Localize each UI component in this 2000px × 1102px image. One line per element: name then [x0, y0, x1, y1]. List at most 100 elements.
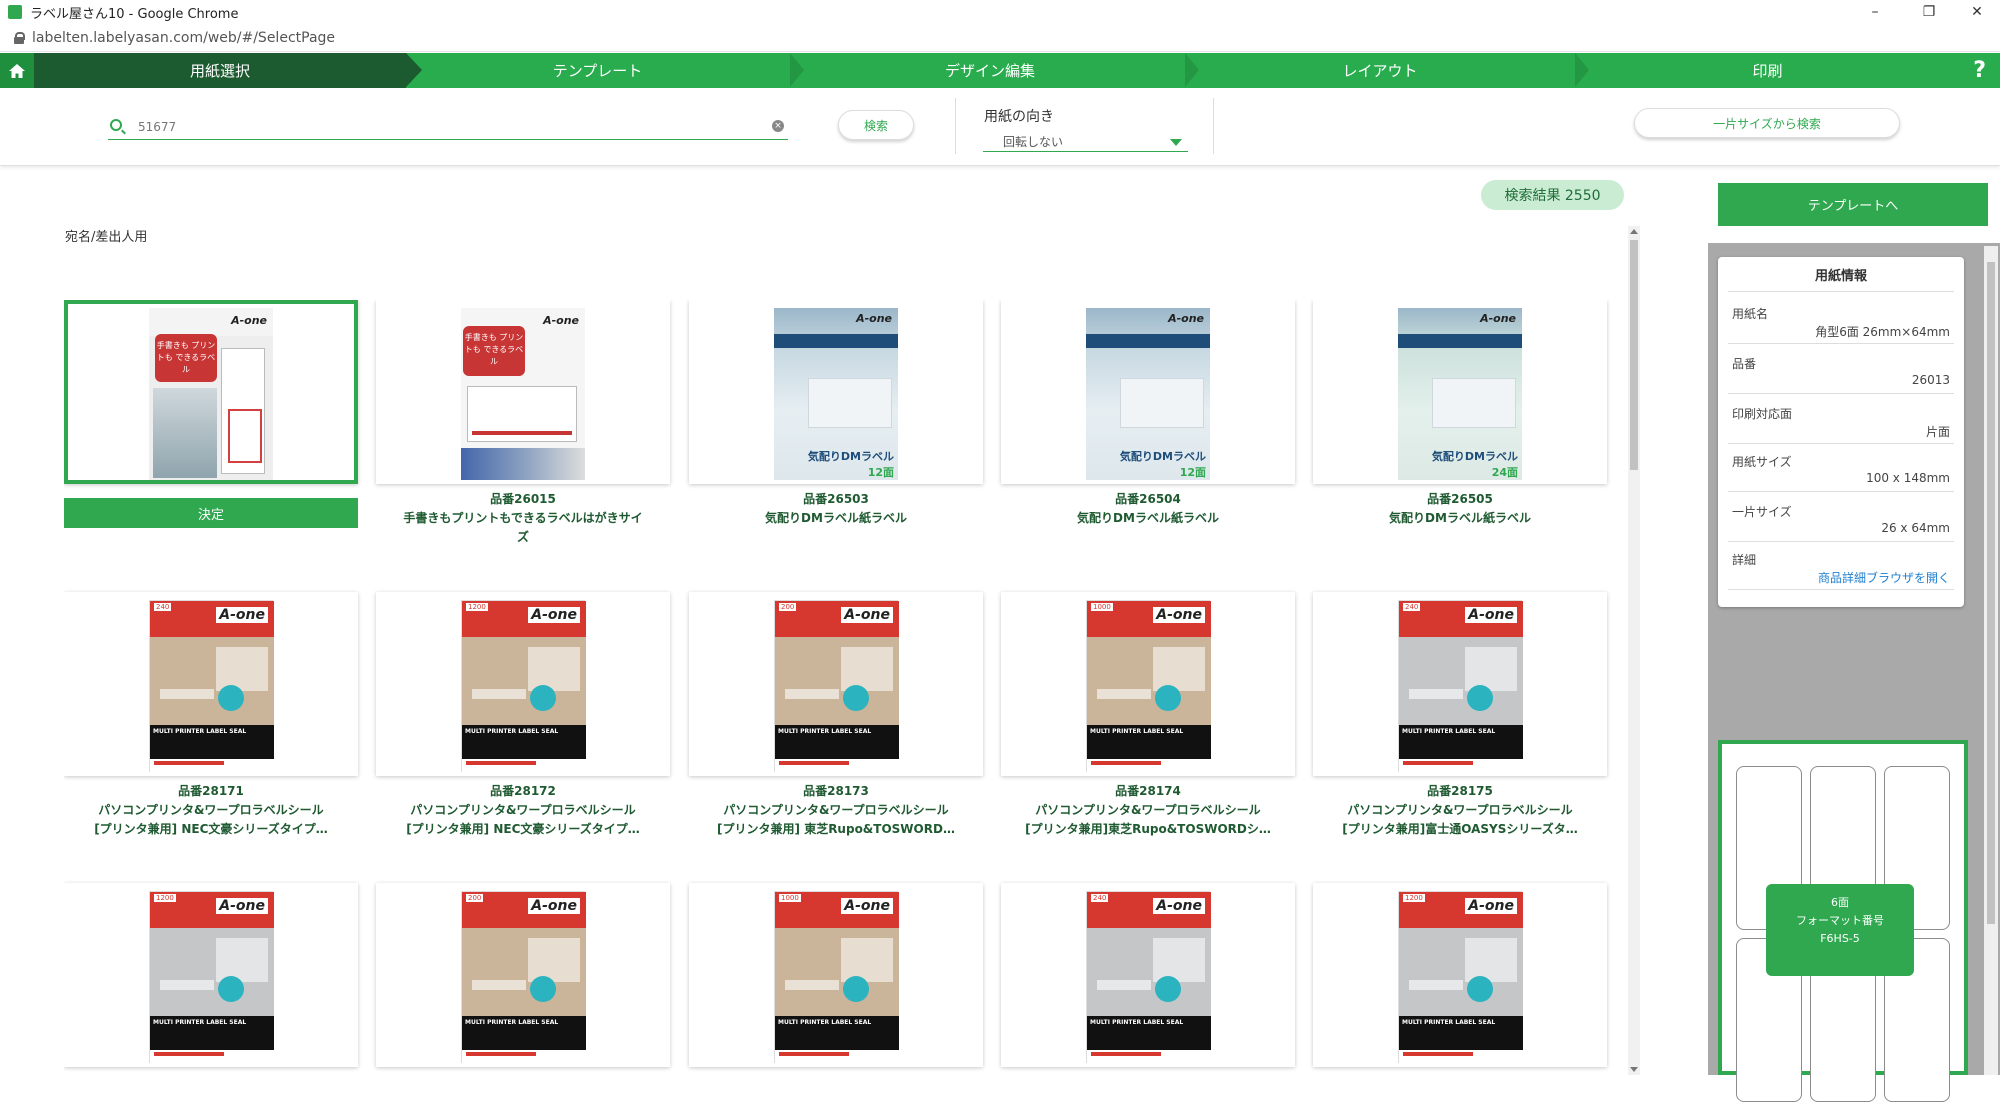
browser-title-bar: ラベル屋さん10 - Google Chrome – ❐ ✕ — [0, 0, 2000, 24]
product-card[interactable]: A-one 気配りDMラベル 24面 品番26505 気配りDMラベル紙ラベル — [1313, 300, 1607, 540]
step-design-edit[interactable]: デザイン編集 — [805, 53, 1175, 88]
product-card[interactable]: 1200 A-one MULTI PRINTER LABEL SEAL — [1313, 883, 1607, 1075]
product-thumbnail[interactable]: 240 A-one MULTI PRINTER LABEL SEAL — [1313, 592, 1607, 776]
product-detail-link[interactable]: 商品詳細ブラウザを開く — [1818, 569, 1950, 586]
product-thumbnail[interactable]: 240 A-one MULTI PRINTER LABEL SEAL — [1001, 883, 1295, 1067]
size-search-button[interactable]: 一片サイズから検索 — [1634, 108, 1900, 138]
product-name: ズ — [516, 530, 529, 544]
package-art-part — [462, 637, 586, 727]
product-code: 品番28172 — [490, 784, 556, 798]
package-art-part — [1409, 980, 1463, 990]
product-card[interactable]: 200 A-one MULTI PRINTER LABEL SEAL 品番28173 パ… — [689, 592, 983, 836]
package-art-part: 気配りDMラベル — [1431, 450, 1518, 463]
step-layout[interactable]: レイアウト — [1200, 53, 1560, 88]
help-button[interactable]: ? — [1973, 53, 1986, 88]
search-input[interactable] — [138, 118, 738, 136]
product-grid: 手書きも プリントも できるラベル A-one 決定 手書きも プリントも できるラベ… — [64, 300, 1614, 1075]
package-art-part — [1399, 759, 1523, 773]
package-art-part — [785, 689, 839, 699]
package-art-part: MULTI PRINTER LABEL SEAL — [1399, 1016, 1523, 1050]
product-name: パソコンプリンタ&ワープロラベルシール — [723, 803, 949, 817]
package-art-part: 12面 — [1179, 466, 1206, 479]
product-thumbnail[interactable]: A-one 気配りDMラベル 24面 — [1313, 300, 1607, 484]
product-thumbnail[interactable]: A-one 気配りDMラベル 12面 — [689, 300, 983, 484]
product-name: [プリンタ兼用]東芝Rupo&TOSWORDシ… — [1025, 822, 1271, 836]
scroll-down-icon[interactable] — [1630, 1067, 1638, 1072]
paper-info-title: 用紙情報 — [1814, 269, 1867, 284]
product-thumbnail[interactable]: 1200 A-one MULTI PRINTER LABEL SEAL — [1313, 883, 1607, 1067]
product-thumbnail[interactable]: 200 A-one MULTI PRINTER LABEL SEAL — [689, 592, 983, 776]
package-art-part: 気配りDMラベル — [807, 450, 894, 463]
product-package-image: 240 A-one MULTI PRINTER LABEL SEAL — [1086, 891, 1211, 1064]
scroll-up-icon[interactable] — [1630, 229, 1638, 234]
product-card[interactable]: 240 A-one MULTI PRINTER LABEL SEAL — [1001, 883, 1295, 1075]
product-name: [プリンタ兼用]富士通OASYSシリーズタ… — [1342, 822, 1578, 836]
package-art-part: 1000 — [779, 894, 801, 902]
step-paper-select[interactable]: 用紙選択 — [34, 53, 406, 88]
grid-scrollbar[interactable] — [1628, 226, 1640, 1075]
package-art-part — [775, 637, 899, 727]
package-art-part: A-one — [841, 607, 893, 623]
right-panel-scrollbar[interactable] — [1984, 246, 1998, 1075]
package-art-part — [1465, 938, 1517, 982]
product-thumbnail[interactable]: 240 A-one MULTI PRINTER LABEL SEAL — [64, 592, 358, 776]
minimize-icon[interactable]: – — [1852, 0, 1898, 24]
product-card[interactable]: 手書きも プリントも できるラベル A-one 品番26015 手書きもプリントもでき… — [376, 300, 670, 544]
step-label: 用紙選択 — [189, 62, 250, 80]
product-thumbnail[interactable]: 1000 A-one MULTI PRINTER LABEL SEAL — [689, 883, 983, 1067]
info-key: 印刷対応面 — [1732, 407, 1793, 421]
product-card[interactable]: 200 A-one MULTI PRINTER LABEL SEAL — [376, 883, 670, 1075]
product-package-image: 1200 A-one MULTI PRINTER LABEL SEAL — [1398, 891, 1523, 1064]
home-button[interactable] — [0, 53, 34, 88]
product-card[interactable]: 1200 A-one MULTI PRINTER LABEL SEAL — [64, 883, 358, 1075]
search-icon — [110, 119, 122, 131]
url-text[interactable]: labelten.labelyasan.com/web/#/SelectPage — [32, 30, 335, 46]
layout-preview: 6面 フォーマット番号 F6HS-5 — [1718, 740, 1968, 1102]
product-thumbnail[interactable]: 手書きも プリントも できるラベル A-one — [376, 300, 670, 484]
to-template-button[interactable]: テンプレートへ — [1718, 183, 1988, 226]
product-card[interactable]: 1000 A-one MULTI PRINTER LABEL SEAL 品番28174… — [1001, 592, 1295, 836]
product-card[interactable]: 240 A-one MULTI PRINTER LABEL SEAL 品番28171 パ… — [64, 592, 358, 836]
info-value: 角型6面 26mm×64mm — [1815, 325, 1950, 339]
decide-button[interactable]: 決定 — [64, 498, 358, 528]
product-thumbnail[interactable]: 手書きも プリントも できるラベル A-one — [64, 300, 358, 484]
product-thumbnail[interactable]: 200 A-one MULTI PRINTER LABEL SEAL — [376, 883, 670, 1067]
product-card[interactable]: A-one 気配りDMラベル 12面 品番26503 気配りDMラベル紙ラベル — [689, 300, 983, 540]
package-art-part — [1097, 689, 1151, 699]
close-icon[interactable]: ✕ — [1954, 0, 2000, 24]
address-bar[interactable]: labelten.labelyasan.com/web/#/SelectPage — [0, 24, 2000, 52]
step-template[interactable]: テンプレート — [420, 53, 775, 88]
product-package-image: 1200 A-one MULTI PRINTER LABEL SEAL — [461, 600, 586, 773]
product-thumbnail[interactable]: A-one 気配りDMラベル 12面 — [1001, 300, 1295, 484]
product-package-image: 手書きも プリントも できるラベル A-one — [149, 308, 273, 480]
package-art-part: 1200 — [1403, 894, 1425, 902]
scrollbar-thumb[interactable] — [1630, 240, 1638, 470]
divider — [1728, 491, 1954, 492]
product-thumbnail[interactable]: 1000 A-one MULTI PRINTER LABEL SEAL — [1001, 592, 1295, 776]
product-card[interactable]: 1000 A-one MULTI PRINTER LABEL SEAL — [689, 883, 983, 1075]
step-separator — [790, 53, 804, 87]
orientation-select[interactable]: 回転しない — [983, 132, 1188, 152]
package-art-part: 200 — [779, 603, 797, 611]
lock-icon — [14, 31, 25, 44]
package-art-part — [1399, 1050, 1523, 1064]
package-art-part — [774, 334, 898, 348]
product-card[interactable]: 240 A-one MULTI PRINTER LABEL SEAL 品番28175 パ… — [1313, 592, 1607, 836]
product-code: 品番28174 — [1115, 784, 1181, 798]
restore-icon[interactable]: ❐ — [1906, 0, 1952, 24]
product-card[interactable]: 手書きも プリントも できるラベル A-one 決定 — [64, 300, 358, 540]
step-print[interactable]: 印刷 — [1590, 53, 1945, 88]
search-button[interactable]: 検索 — [838, 110, 914, 140]
package-art-part: 240 — [154, 603, 172, 611]
product-thumbnail[interactable]: 1200 A-one MULTI PRINTER LABEL SEAL — [64, 883, 358, 1067]
package-art-part — [160, 689, 214, 699]
format-number: F6HS-5 — [1820, 932, 1860, 945]
product-card[interactable]: 1200 A-one MULTI PRINTER LABEL SEAL 品番28172… — [376, 592, 670, 836]
product-card[interactable]: A-one 気配りDMラベル 12面 品番26504 気配りDMラベル紙ラベル — [1001, 300, 1295, 540]
product-thumbnail[interactable]: 1200 A-one MULTI PRINTER LABEL SEAL — [376, 592, 670, 776]
package-art-part — [785, 980, 839, 990]
search-field[interactable]: × — [108, 116, 788, 140]
clear-search-icon[interactable]: × — [772, 120, 784, 132]
scrollbar-thumb[interactable] — [1987, 262, 1995, 924]
package-art-part — [216, 647, 268, 691]
